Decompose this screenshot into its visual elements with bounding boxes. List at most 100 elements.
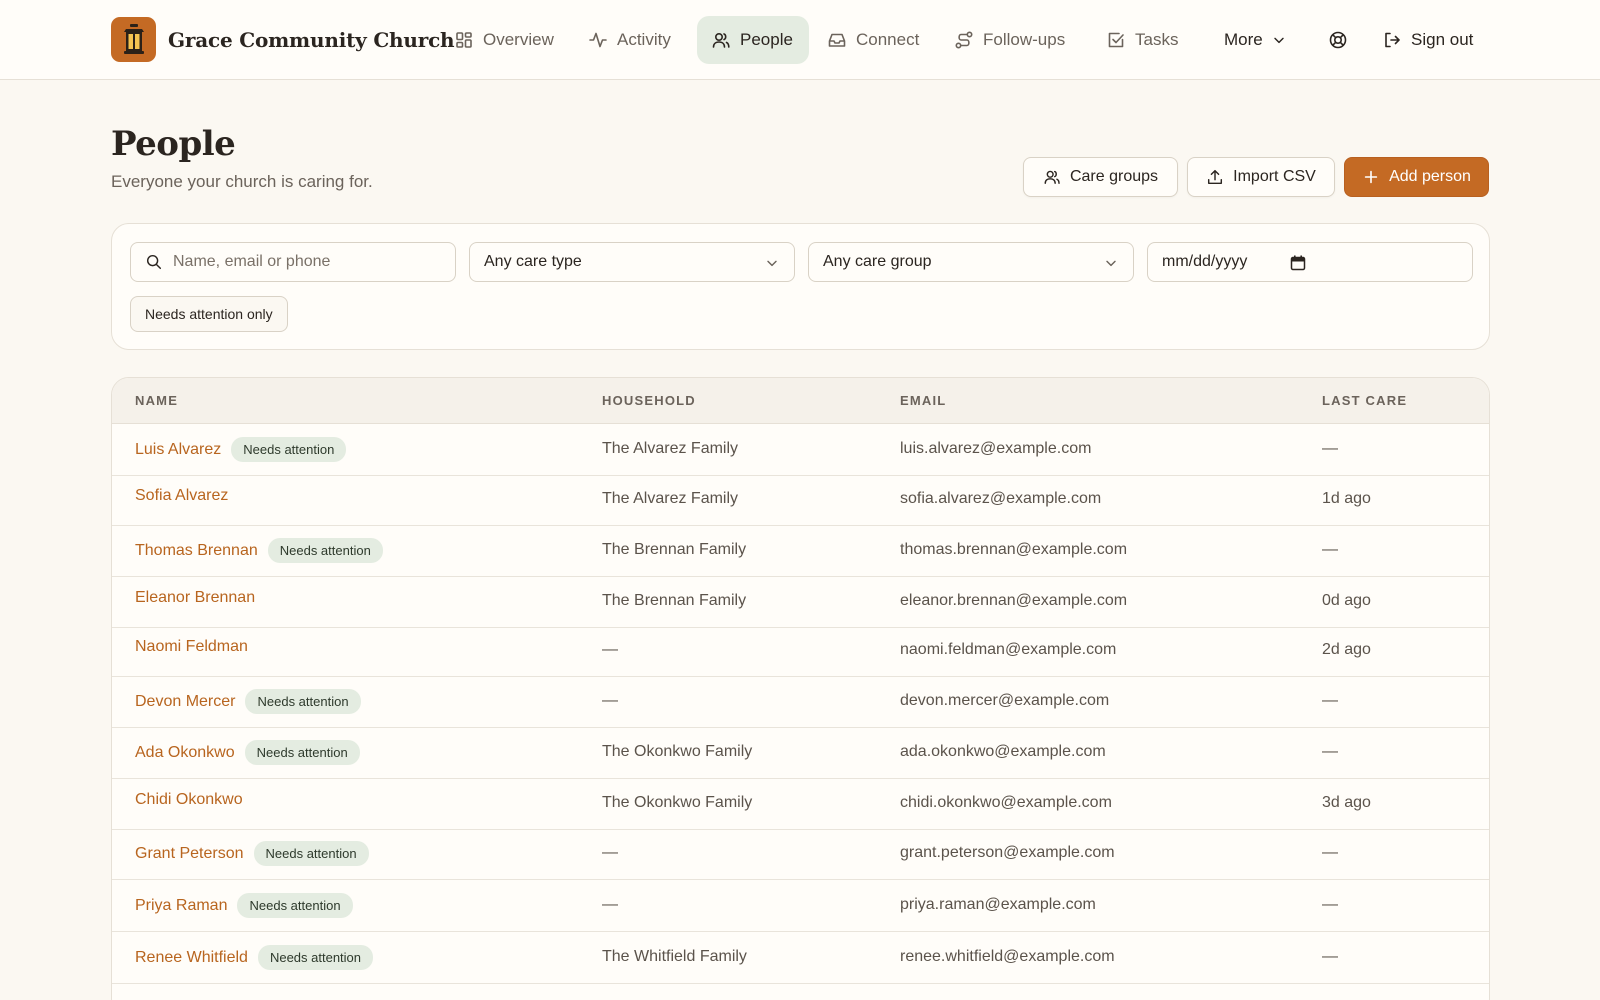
care-type-select[interactable]: Any care type <box>469 242 795 282</box>
column-header-email[interactable]: EMAIL <box>900 393 946 408</box>
table-row[interactable]: Priya Raman Needs attention — priya.raman@e… <box>112 881 1489 932</box>
chevron-down-icon <box>1106 260 1116 267</box>
calendar-icon[interactable] <box>1290 255 1306 271</box>
search-input[interactable]: Name, email or phone <box>130 242 456 282</box>
email-cell: devon.mercer@example.com <box>900 692 1110 709</box>
nav-item-tasks[interactable]: Tasks <box>1092 16 1192 64</box>
name-cell: Devon Mercer Needs attention <box>135 689 361 714</box>
email-cell: thomas.brennan@example.com <box>900 541 1128 558</box>
table-row[interactable]: Ada Okonkwo Needs attention The Okonkwo Fa… <box>112 728 1489 779</box>
email-cell: grant.peterson@example.com <box>900 844 1115 861</box>
nav-item-overview[interactable]: Overview <box>440 16 568 64</box>
person-name-link[interactable]: Naomi Feldman <box>135 638 248 656</box>
email-cell: sofia.alvarez@example.com <box>900 490 1102 507</box>
nav-item-label: Overview <box>483 30 554 49</box>
checkbox-icon <box>1108 32 1124 48</box>
person-name-link[interactable]: Chidi Okonkwo <box>135 791 243 809</box>
table-row[interactable]: Thomas Brennan Needs attention The Brennan… <box>112 526 1489 577</box>
last-care-cell: — <box>1322 896 1338 913</box>
users-icon <box>1044 170 1060 185</box>
last-care-cell: 1d ago <box>1322 490 1371 507</box>
nav-item-activity[interactable]: Activity <box>574 16 685 64</box>
household-cell: — <box>602 641 618 658</box>
email-cell: naomi.feldman@example.com <box>900 641 1117 658</box>
table-row[interactable]: Chidi Okonkwo The Okonkwo Family chidi.oko… <box>112 779 1489 830</box>
person-name-link[interactable]: Luis Alvarez <box>135 441 221 459</box>
table-row[interactable]: Devon Mercer Needs attention — devon.mercer… <box>112 677 1489 728</box>
person-name-link[interactable]: Eleanor Brennan <box>135 589 255 607</box>
column-header-household[interactable]: HOUSEHOLD <box>602 393 696 408</box>
lantern-logo-icon <box>111 17 156 62</box>
name-cell: Eleanor Brennan <box>135 589 255 607</box>
household-cell: The Brennan Family <box>602 541 747 558</box>
last-care-cell: 0d ago <box>1322 592 1371 609</box>
brand[interactable]: Grace Community Church <box>111 17 455 62</box>
column-header-last-care[interactable]: LAST CARE <box>1322 393 1407 408</box>
person-name-link[interactable]: Priya Raman <box>135 897 227 915</box>
care-group-value: Any care group <box>823 253 932 270</box>
table-row[interactable]: Grant Peterson Needs attention — grant.pete… <box>112 829 1489 880</box>
needs-attention-filter-chip[interactable]: Needs attention only <box>130 296 288 332</box>
email-cell: ada.okonkwo@example.com <box>900 743 1106 760</box>
care-groups-button[interactable]: Care groups <box>1023 157 1178 197</box>
chip-label: Needs attention only <box>145 306 273 322</box>
name-cell: Grant Peterson Needs attention <box>135 841 369 866</box>
person-name-link[interactable]: Renee Whitfield <box>135 949 248 967</box>
person-name-link[interactable]: Thomas Brennan <box>135 542 258 560</box>
nav-item-more[interactable]: More <box>1210 16 1301 64</box>
email-cell: chidi.okonkwo@example.com <box>900 794 1112 811</box>
search-placeholder: Name, email or phone <box>173 253 331 270</box>
last-care-cell: — <box>1322 541 1338 558</box>
household-cell: The Alvarez Family <box>602 490 739 507</box>
email-cell: luis.alvarez@example.com <box>900 440 1092 457</box>
household-cell: — <box>602 844 618 861</box>
filters-card: Name, email or phone Any care type Any c… <box>111 223 1490 350</box>
person-name-link[interactable]: Devon Mercer <box>135 693 235 711</box>
nav-item-label: Follow-ups <box>983 30 1066 49</box>
needs-attention-badge: Needs attention <box>244 740 360 765</box>
person-name-link[interactable]: Ada Okonkwo <box>135 744 235 762</box>
name-cell: Sofia Alvarez <box>135 487 228 505</box>
last-care-cell: — <box>1322 844 1338 861</box>
sign-out-button[interactable]: Sign out <box>1368 16 1487 64</box>
last-care-cell: 3d ago <box>1322 794 1371 811</box>
table-row[interactable]: Naomi Feldman — naomi.feldman@example.com 2… <box>112 626 1489 677</box>
grid-icon <box>456 32 472 48</box>
top-navigation-bar: Grace Community Church Overview Activity… <box>0 0 1600 80</box>
person-name-link[interactable]: Grant Peterson <box>135 845 244 863</box>
name-cell: Naomi Feldman <box>135 638 248 656</box>
sign-out-icon <box>1385 32 1400 48</box>
household-cell: The Okonkwo Family <box>602 743 753 760</box>
date-placeholder: mm/dd/yyyy <box>1162 253 1248 270</box>
household-cell: — <box>602 896 618 913</box>
nav-item-people[interactable]: People <box>697 16 809 64</box>
name-cell: Luis Alvarez Needs attention <box>135 437 347 462</box>
import-csv-button[interactable]: Import CSV <box>1187 157 1335 197</box>
table-row[interactable]: Renee Whitfield Needs attention The Whitfi… <box>112 933 1489 984</box>
page-subtitle: Everyone your church is caring for. <box>111 172 373 191</box>
nav-item-label: People <box>740 30 793 49</box>
add-person-button[interactable]: Add person <box>1344 157 1489 197</box>
nav-item-label: Connect <box>856 30 920 49</box>
needs-attention-badge: Needs attention <box>257 945 374 970</box>
needs-attention-badge: Needs attention <box>237 893 353 918</box>
person-name-link[interactable]: Sofia Alvarez <box>135 487 228 505</box>
date-input[interactable]: mm/dd/yyyy <box>1147 242 1473 282</box>
needs-attention-badge: Needs attention <box>253 841 369 866</box>
household-cell: The Brennan Family <box>602 592 747 609</box>
people-table: NAME HOUSEHOLD EMAIL LAST CARE Luis Alva… <box>111 377 1490 1000</box>
care-group-select[interactable]: Any care group <box>808 242 1134 282</box>
nav-item-connect[interactable]: Connect <box>813 16 933 64</box>
help-button[interactable] <box>1314 16 1362 64</box>
table-row[interactable]: Luis Alvarez Needs attention The Alvarez F… <box>112 425 1489 476</box>
table-header: NAME HOUSEHOLD EMAIL LAST CARE <box>112 378 1489 424</box>
name-cell: Thomas Brennan Needs attention <box>135 538 383 563</box>
nav-item-follow-ups[interactable]: Follow-ups <box>940 16 1079 64</box>
import-csv-label: Import CSV <box>1233 168 1316 185</box>
name-cell: Ada Okonkwo Needs attention <box>135 740 360 765</box>
column-header-name[interactable]: NAME <box>135 393 178 408</box>
add-person-label: Add person <box>1389 168 1471 185</box>
table-row[interactable]: Eleanor Brennan The Brennan Family eleanor… <box>112 577 1489 628</box>
table-row[interactable]: Sofia Alvarez The Alvarez Family sofia.alv… <box>112 475 1489 526</box>
name-cell: Renee Whitfield Needs attention <box>135 945 374 970</box>
